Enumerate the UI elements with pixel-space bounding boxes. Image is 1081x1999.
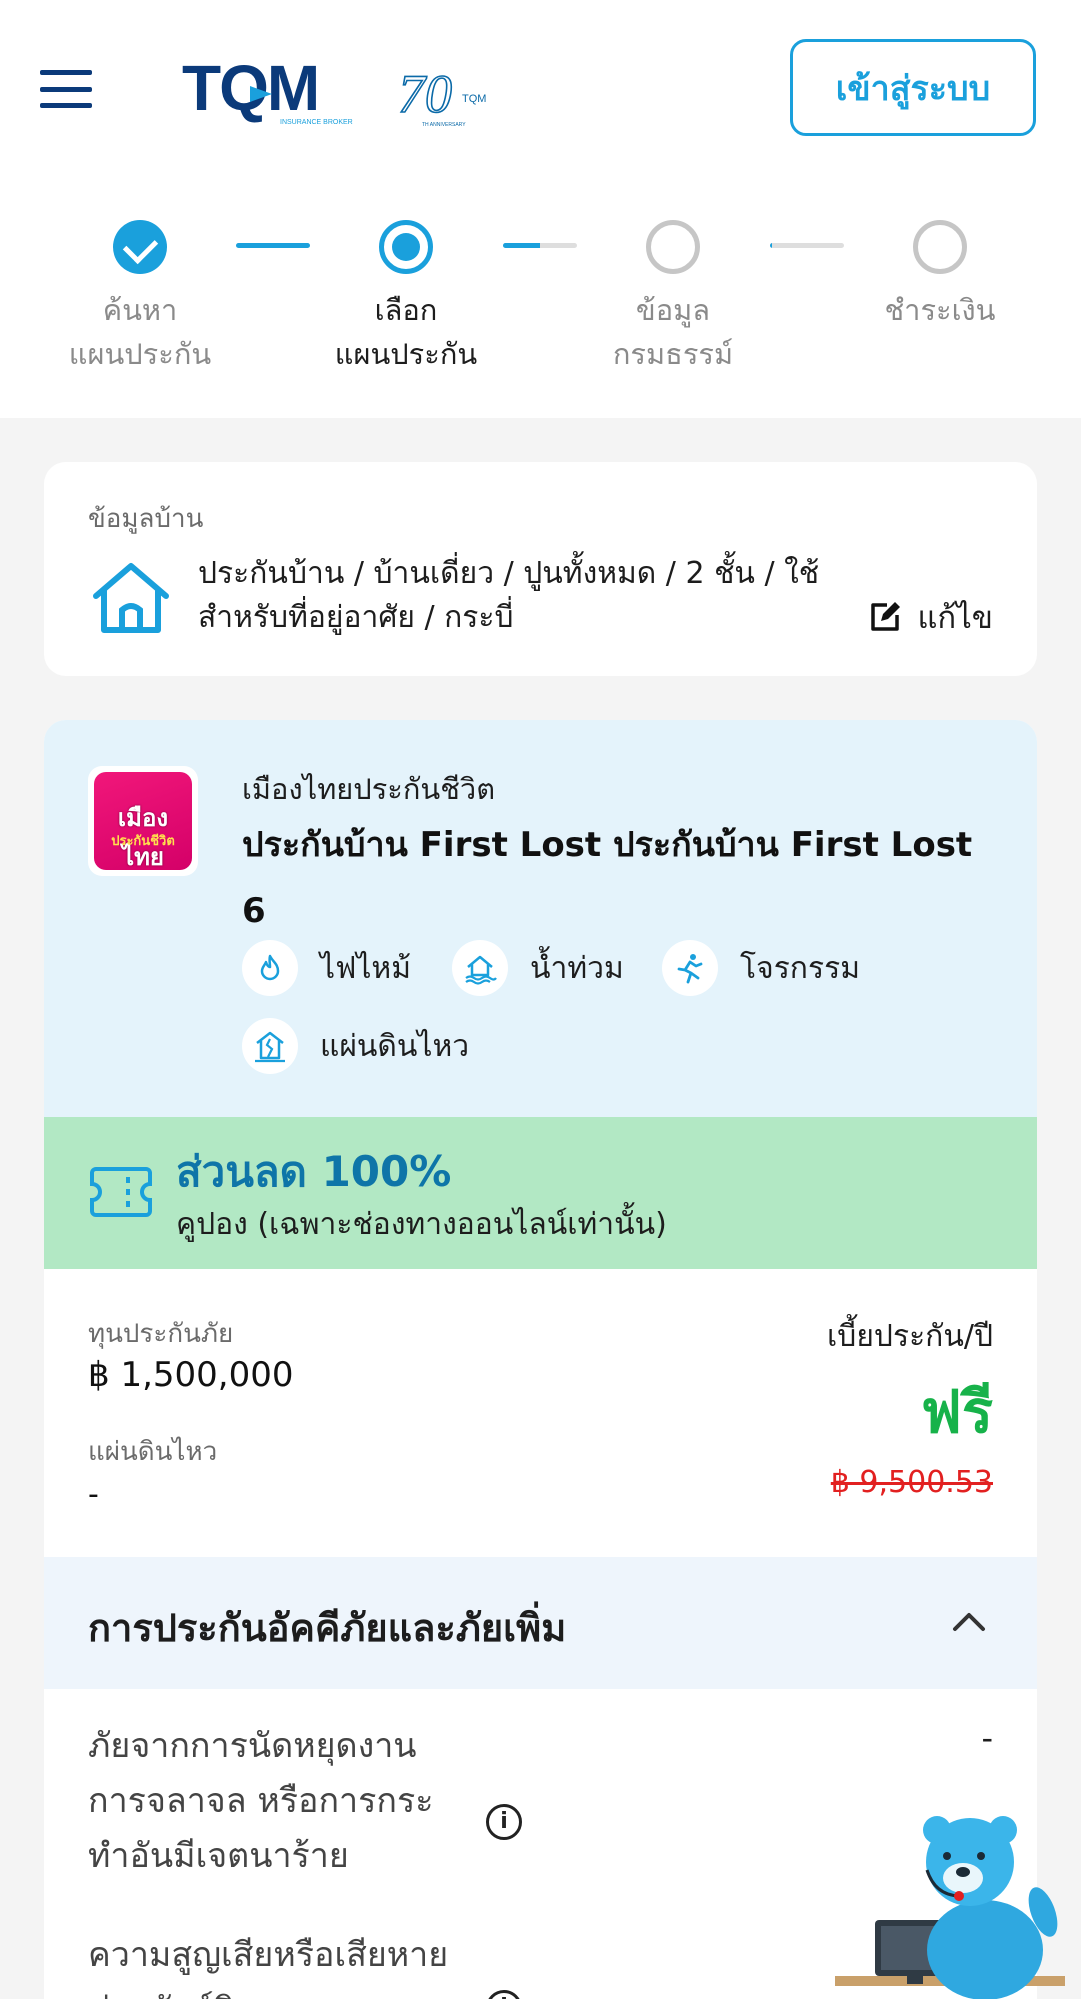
section-title: การประกันอัคคีภัยและภัยเพิ่ม (88, 1606, 567, 1650)
coverage-earthquake: แผ่นดินไหว (242, 1018, 469, 1074)
flood-icon (465, 955, 497, 985)
price-section: ทุนประกันภัย ฿ 1,500,000 แผ่นดินไหว - เบ… (44, 1269, 1037, 1557)
house-info-title: ข้อมูลบ้าน (88, 504, 204, 534)
step-label: ค้นหา (102, 293, 178, 327)
pending-step-icon (913, 220, 967, 274)
coverage-label: น้ำท่วม (530, 950, 624, 986)
coverage-label: แผ่นดินไหว (320, 1028, 470, 1064)
insurer-logo: เมืองไทย ประกันชีวิต (88, 766, 198, 876)
info-icon[interactable]: i (486, 1804, 522, 1840)
earthquake-label: แผ่นดินไหว (88, 1437, 218, 1467)
edit-icon (871, 602, 901, 631)
menu-icon[interactable] (40, 70, 92, 108)
coverage-theft: โจรกรรม (662, 940, 860, 996)
plan-summary: เมืองไทย ประกันชีวิต เมืองไทยประกันชีวิต… (44, 720, 1037, 1117)
plan-name: ประกันบ้าน First Lost ประกันบ้าน First L… (242, 825, 973, 931)
svg-text:TH ANNIVERSARY: TH ANNIVERSARY (422, 122, 466, 128)
info-icon[interactable]: i (486, 1990, 522, 1999)
premium-label: เบี้ยประกัน/ปี (827, 1319, 993, 1354)
svg-text:70: 70 (398, 64, 452, 124)
coverage-label: ไฟไหม้ (320, 950, 411, 986)
step-label: ชำระเงิน (884, 293, 996, 327)
progress-stepper: ค้นหาแผนประกัน เลือกแผนประกัน ข้อมูลกรมธ… (0, 175, 1081, 418)
fire-icon (260, 954, 280, 981)
edit-button[interactable]: แก้ไข (867, 592, 993, 642)
coverage-fire: ไฟไหม้ (242, 940, 411, 996)
house-icon (93, 563, 169, 633)
step-label: เลือก (374, 293, 438, 327)
insurer-name: เมืองไทยประกันชีวิต (242, 772, 496, 806)
tqm-logo[interactable]: TQM INSURANCE BROKER 70 TQM TH ANNIVERSA… (180, 52, 510, 132)
step-label: แผนประกัน (334, 337, 478, 371)
earthquake-icon (255, 1031, 285, 1063)
chevron-up-icon[interactable] (951, 1609, 987, 1633)
coupon-icon (90, 1167, 152, 1217)
edit-label: แก้ไข (917, 600, 993, 636)
discount-note: คูปอง (เฉพาะช่องทางออนไลน์เท่านั้น) (176, 1207, 667, 1242)
step-label: กรมธรรม์ (612, 337, 734, 371)
step-search-plan: ค้นหาแผนประกัน (30, 220, 250, 376)
insurer-logo-subtext: ประกันชีวิต (111, 834, 175, 849)
step-label: แผนประกัน (68, 337, 212, 371)
step-payment: ชำระเงิน (830, 220, 1050, 332)
pending-step-icon (646, 220, 700, 274)
earthquake-value: - (88, 1477, 99, 1512)
top-header: TQM INSURANCE BROKER 70 TQM TH ANNIVERSA… (0, 0, 1081, 175)
sum-insured-label: ทุนประกันภัย (88, 1319, 234, 1349)
fire-coverage-section-toggle[interactable]: การประกันอัคคีภัยและภัยเพิ่ม (44, 1557, 1037, 1689)
original-premium: ฿ 9,500.53 (830, 1465, 993, 1500)
house-description: ประกันบ้าน / บ้านเดี่ยว / ปูนทั้งหมด / 2… (198, 556, 820, 635)
svg-text:TQM: TQM (462, 93, 486, 105)
coverage-row-value: - (981, 1719, 993, 1757)
chat-mascot[interactable] (835, 1800, 1065, 1999)
sum-insured-value: ฿ 1,500,000 (88, 1355, 294, 1395)
premium-value: ฟรี (920, 1378, 993, 1446)
current-step-icon (379, 220, 433, 274)
theft-icon (677, 954, 703, 984)
check-icon (113, 220, 167, 274)
svg-text:INSURANCE BROKER: INSURANCE BROKER (280, 119, 353, 126)
step-select-plan: เลือกแผนประกัน (296, 220, 516, 376)
discount-banner: ส่วนลด 100% คูปอง (เฉพาะช่องทางออนไลน์เท… (44, 1117, 1037, 1269)
step-label: ข้อมูล (635, 293, 711, 327)
coverage-flood: น้ำท่วม (452, 940, 624, 996)
house-info-card: ข้อมูลบ้าน ประกันบ้าน / บ้านเดี่ยว / ปูน… (44, 462, 1037, 676)
discount-amount: ส่วนลด 100% (176, 1147, 452, 1196)
coverage-label: โจรกรรม (740, 950, 860, 986)
coverage-row-text: ภัยจากการนัดหยุดงาน การจลาจล หรือการกระท… (88, 1726, 434, 1876)
login-button[interactable]: เข้าสู่ระบบ (790, 39, 1036, 136)
coverage-row-text: ความสูญเสียหรือเสียหายต่อทรัพย์สิน (88, 1935, 449, 1999)
step-policy-info: ข้อมูลกรมธรรม์ (563, 220, 783, 376)
